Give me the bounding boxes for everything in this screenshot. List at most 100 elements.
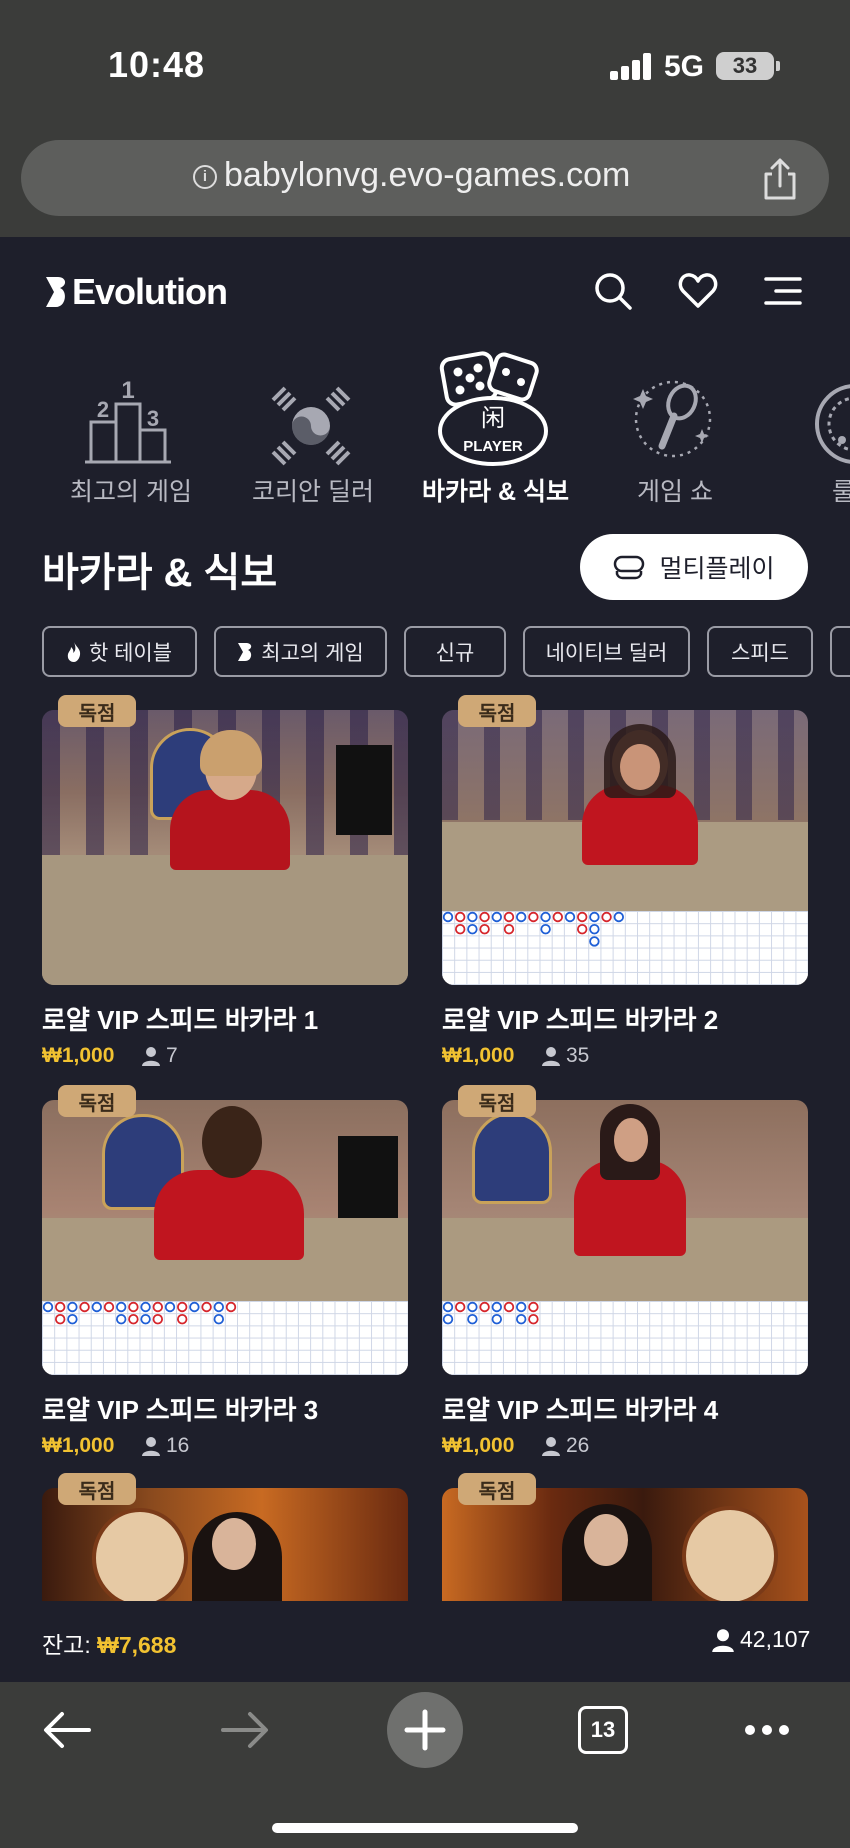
game-thumbnail[interactable]	[442, 1100, 808, 1375]
search-icon[interactable]	[592, 270, 634, 312]
filter-chip-more[interactable]	[830, 626, 850, 677]
roadmap-player-mark	[564, 911, 576, 923]
svg-text:2: 2	[97, 397, 109, 422]
roadmap-player-mark	[67, 1314, 78, 1325]
exclusive-badge: 독점	[58, 1085, 136, 1117]
category-label-baccarat-sicbo[interactable]: 바카라 & 식보	[422, 472, 569, 508]
roadmap-banker-mark	[528, 1301, 539, 1313]
roadmap-banker-mark	[176, 1301, 188, 1313]
game-card[interactable]: 독점	[42, 1473, 408, 1601]
roadmap-banker-mark	[503, 924, 515, 935]
exclusive-badge: 독점	[458, 1473, 536, 1505]
dice-player-icon: 闲 PLAYER	[438, 351, 548, 466]
share-icon[interactable]	[762, 158, 798, 200]
roadmap-banker-mark	[152, 1301, 164, 1313]
roadmap-banker-mark	[479, 911, 490, 923]
min-bet: ₩1,000	[42, 1434, 115, 1457]
svg-text:PLAYER: PLAYER	[463, 438, 523, 455]
category-tab-korean-dealer[interactable]	[269, 384, 353, 468]
podium-icon: 1 2 3	[85, 377, 171, 464]
evolution-logo[interactable]: Evolution	[44, 271, 228, 313]
game-thumbnail[interactable]	[42, 1100, 408, 1375]
min-bet: ₩1,000	[442, 1434, 515, 1457]
game-card[interactable]: 독점 로얄 VIP 스피드 바카라 4 ₩1,000 26	[442, 1085, 808, 1460]
forward-arrow-icon[interactable]	[220, 1710, 270, 1750]
brand-name: Evolution	[72, 271, 228, 312]
player-count: 16	[142, 1434, 189, 1458]
game-title[interactable]: 로얄 VIP 스피드 바카라 4	[442, 1390, 718, 1427]
category-label-game-shows[interactable]: 게임 쇼	[637, 472, 713, 508]
game-card[interactable]: 독점 로얄 VIP 스피드 바카라 2 ₩1,000 35	[442, 695, 808, 1070]
roadmap-player-mark	[140, 1314, 151, 1325]
roadmap-banker-mark	[55, 1301, 66, 1313]
filter-chip-label: 스피드	[731, 641, 789, 665]
game-card[interactable]: 독점 로얄 VIP 스피드 바카라 1 ₩1,000 7	[42, 695, 408, 1070]
roadmap-player-mark	[140, 1301, 151, 1313]
min-bet: ₩1,000	[42, 1044, 115, 1067]
game-thumbnail[interactable]	[42, 710, 408, 985]
roadmap-banker-mark	[479, 924, 490, 935]
baccarat-roadmap	[42, 1301, 408, 1375]
game-card[interactable]: 독점 로얄 VIP 스피드 바카라 3 ₩1,000 16	[42, 1085, 408, 1460]
roadmap-player-mark	[67, 1301, 78, 1313]
roadmap-banker-mark	[128, 1301, 139, 1313]
game-card[interactable]: 독점	[442, 1473, 808, 1601]
multiplay-icon	[614, 555, 645, 580]
menu-icon[interactable]	[762, 270, 804, 312]
person-icon	[712, 1628, 734, 1652]
person-icon	[142, 1047, 160, 1066]
game-thumbnail[interactable]	[442, 710, 808, 985]
filter-chip-top-games[interactable]: 최고의 게임	[214, 626, 387, 677]
player-count-value: 35	[566, 1044, 590, 1067]
game-title[interactable]: 로얄 VIP 스피드 바카라 1	[42, 1000, 318, 1037]
min-bet: ₩1,000	[442, 1044, 515, 1067]
info-icon[interactable]: i	[193, 165, 217, 189]
category-label-roulette[interactable]: 룰	[832, 472, 850, 508]
roadmap-banker-mark	[79, 1301, 90, 1313]
evolution-logo-icon	[46, 277, 66, 307]
exclusive-badge: 독점	[458, 695, 536, 727]
tabs-button[interactable]: 13	[578, 1706, 628, 1754]
home-indicator	[272, 1823, 578, 1833]
filter-chip-label: 신규	[435, 641, 475, 665]
filter-chip-native-dealer[interactable]: 네이티브 딜러	[523, 626, 690, 677]
roadmap-marks	[442, 911, 625, 947]
category-label-korean-dealer[interactable]: 코리안 딜러	[252, 472, 374, 508]
game-title[interactable]: 로얄 VIP 스피드 바카라 2	[442, 1000, 718, 1037]
multiplay-button[interactable]: 멀티플레이	[580, 534, 808, 600]
roadmap-banker-mark	[55, 1314, 66, 1325]
roadmap-player-mark	[115, 1301, 127, 1313]
game-title[interactable]: 로얄 VIP 스피드 바카라 3	[42, 1390, 318, 1427]
category-tab-game-shows[interactable]	[630, 376, 716, 466]
roadmap-marks	[42, 1301, 237, 1325]
baccarat-roadmap	[442, 911, 808, 985]
roadmap-player-mark	[467, 1301, 478, 1313]
player-count-value: 7	[166, 1044, 178, 1067]
roadmap-player-mark	[467, 911, 478, 923]
new-tab-button[interactable]	[387, 1692, 463, 1768]
svg-text:3: 3	[147, 406, 159, 431]
roadmap-banker-mark	[225, 1301, 237, 1313]
category-tab-baccarat-sicbo[interactable]: 闲 PLAYER	[434, 346, 552, 468]
back-arrow-icon[interactable]	[42, 1710, 92, 1750]
url-text[interactable]: babylonvg.evo-games.com	[224, 156, 630, 195]
filter-chip-new[interactable]: 신규	[404, 626, 506, 677]
roadmap-banker-mark	[576, 924, 588, 935]
roadmap-banker-mark	[103, 1301, 115, 1313]
exclusive-badge: 독점	[58, 1473, 136, 1505]
category-tab-roulette[interactable]	[812, 380, 850, 468]
balance: 잔고: ₩7,688	[42, 1626, 176, 1660]
favorites-heart-icon[interactable]	[677, 270, 719, 312]
roadmap-player-mark	[491, 1301, 503, 1313]
battery-icon: 33	[716, 52, 780, 80]
roadmap-player-mark	[42, 1301, 54, 1313]
more-icon[interactable]	[742, 1718, 792, 1742]
filter-chip-speed[interactable]: 스피드	[707, 626, 813, 677]
roadmap-player-mark	[213, 1314, 225, 1325]
category-label-top-games[interactable]: 최고의 게임	[70, 472, 192, 508]
person-icon	[142, 1437, 160, 1456]
filter-chip-hot-tables[interactable]: 핫 테이블	[42, 626, 197, 677]
plus-icon	[404, 1709, 446, 1751]
network-type: 5G	[664, 50, 705, 83]
category-tab-top-games[interactable]: 1 2 3	[83, 374, 173, 466]
